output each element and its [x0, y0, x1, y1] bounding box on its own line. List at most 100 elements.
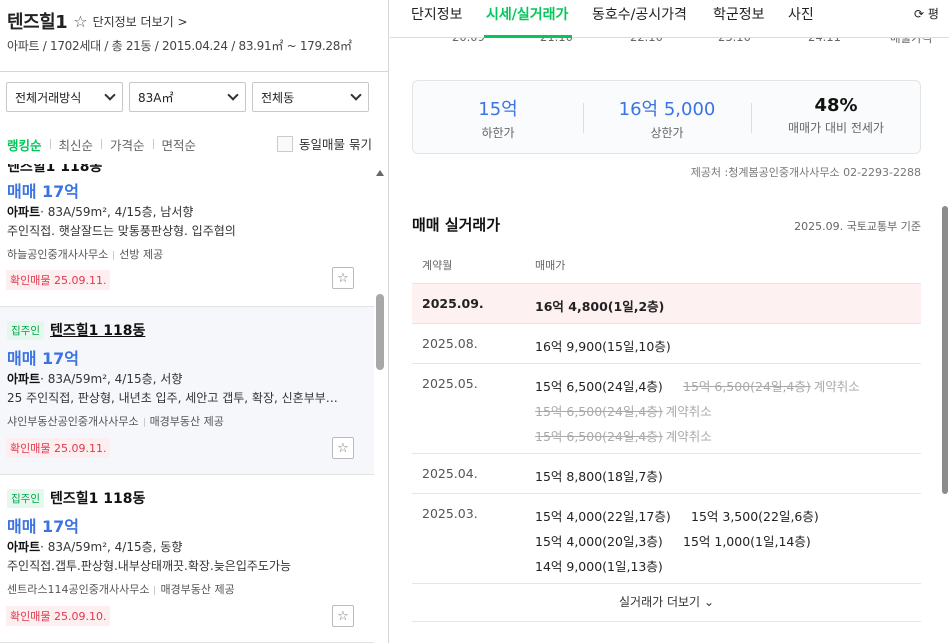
- scroll-thumb[interactable]: [942, 206, 948, 494]
- confirm-badge: 확인매물 25.09.11.: [6, 438, 111, 458]
- deal-row: 2025.05. 15억 6,500(24일,4층) 15억 6,500(24일…: [412, 363, 921, 453]
- sort-bar: 랭킹순 최신순 가격순 면적순 동일매물 묶기: [0, 128, 389, 160]
- tab-school[interactable]: 학군정보: [713, 4, 765, 24]
- listing-agency: 센트라스114공인중개사사무소 매경부동산 제공: [7, 581, 235, 597]
- listing-description: 주인직접. 햇살잘드는 맞통풍판상형. 입주협의: [7, 224, 236, 238]
- divider: [143, 417, 145, 427]
- area-select[interactable]: 83A㎡: [129, 82, 246, 112]
- divider: [152, 139, 154, 149]
- listing-head: 텐즈힐1 118동: [7, 164, 102, 176]
- chevron-down-icon: [227, 89, 239, 101]
- listing-agency: 하늘공인중개사사무소 선방 제공: [7, 246, 163, 262]
- high-price-value: 16억 5,000: [618, 99, 716, 120]
- divider: [0, 71, 389, 72]
- listing-list[interactable]: 텐즈힐1 118동 매매 17억 아파트· 83A/59m², 4/15층, 남…: [0, 164, 374, 643]
- owner-badge: 집주인: [7, 320, 44, 340]
- cancelled-price: 15억 6,500(24일,4층): [683, 379, 811, 394]
- scroll-thumb[interactable]: [376, 294, 384, 370]
- agency-provider: 매경부동산 제공: [149, 415, 224, 428]
- low-price: 15억 하한가: [413, 95, 583, 141]
- listing-detail: · 83A/59m², 4/15층, 남서향: [40, 205, 194, 219]
- agency-provider: 매경부동산 제공: [160, 583, 235, 596]
- cancelled-price: 15억 6,500(24일,4층): [535, 404, 663, 419]
- section-title: 매매 실거래가: [412, 216, 501, 234]
- complex-summary: 아파트 / 1702세대 / 총 21동 / 2015.04.24 / 83.9…: [7, 39, 352, 53]
- listing-item[interactable]: 집주인 텐즈힐1 118동 매매 17억 아파트· 83A/59m², 4/15…: [0, 307, 374, 475]
- deal-price: 16억 4,800(1일,2층): [535, 299, 665, 314]
- listing-building[interactable]: 텐즈힐1 118동: [50, 320, 145, 340]
- scroll-up-arrow-icon[interactable]: [376, 170, 384, 176]
- listing-spec: 아파트· 83A/59m², 4/15층, 남서향: [7, 203, 193, 220]
- building-value: 전체동: [261, 90, 295, 105]
- deal-price: 15억 3,500(22일,6층): [691, 509, 819, 524]
- listing-item[interactable]: 텐즈힐1 118동 매매 17억 아파트· 83A/59m², 4/15층, 남…: [0, 164, 374, 307]
- more-deals-button[interactable]: 실거래가 더보기 ⌄: [412, 593, 921, 610]
- deal-price: 14억 9,000(1일,13층): [535, 559, 663, 574]
- listing-agency: 샤인부동산공인중개사사무소 매경부동산 제공: [7, 413, 224, 429]
- tab-complex-info[interactable]: 단지정보: [411, 4, 463, 24]
- divider: [49, 139, 51, 149]
- deal-price: 15억 4,000(20일,3층): [535, 534, 663, 549]
- trade-type-value: 전체거래방식: [15, 90, 82, 105]
- listing-price: 매매 17억: [7, 349, 79, 368]
- sort-ranking[interactable]: 랭킹순: [7, 135, 42, 154]
- trade-type-select[interactable]: 전체거래방식: [6, 82, 123, 112]
- complex-info-link[interactable]: 단지정보 더보기 >: [93, 13, 188, 30]
- divider: [412, 621, 921, 622]
- same-listing-label: 동일매물 묶기: [299, 137, 372, 152]
- listing-spec: 아파트· 83A/59m², 4/15층, 서향: [7, 370, 182, 387]
- agency-name: 하늘공인중개사사무소: [7, 248, 109, 261]
- tab-price[interactable]: 시세/실거래가: [486, 4, 568, 24]
- tab-unit-price[interactable]: 동호수/공시가격: [592, 4, 687, 24]
- favorite-star-icon[interactable]: ☆: [332, 267, 354, 289]
- cancelled-price: 15억 6,500(24일,4층): [535, 429, 663, 444]
- listing-item[interactable]: 집주인 텐즈힐1 118동 매매 17억 아파트· 83A/59m², 4/15…: [0, 475, 374, 643]
- area-unit-toggle[interactable]: ⟳ 평: [914, 5, 939, 22]
- deal-month: 2025.03.: [422, 506, 478, 521]
- favorite-star-icon[interactable]: ☆: [332, 605, 354, 627]
- confirm-badge: 확인매물 25.09.10.: [6, 606, 111, 626]
- listing-head: 집주인 텐즈힐1 118동: [7, 488, 145, 508]
- listing-price: 매매 17억: [7, 182, 79, 201]
- more-deals-label: 실거래가 더보기: [619, 595, 701, 609]
- confirm-badge: 확인매물 25.09.11.: [6, 270, 111, 290]
- same-listing-checkbox[interactable]: 동일매물 묶기: [277, 134, 372, 153]
- filter-bar: 전체거래방식 83A㎡ 전체동: [6, 82, 369, 112]
- listing-spec: 아파트· 83A/59m², 4/15층, 동향: [7, 538, 182, 555]
- deal-price: 15억 6,500(24일,4층): [535, 379, 663, 394]
- sort-price[interactable]: 가격순: [110, 135, 145, 154]
- low-price-value: 15억: [478, 99, 518, 120]
- jeonse-ratio-value: 48%: [814, 95, 858, 116]
- owner-badge: 집주인: [7, 488, 44, 508]
- deal-month: 2025.09.: [422, 296, 484, 311]
- deal-row: 2025.04. 15억 8,800(18일,7층): [412, 453, 921, 493]
- detail-panel: 20.09 21.10 22.10 23.10 24.11 매물가격 단지정보 …: [390, 0, 949, 643]
- cancel-note: 계약취소: [665, 404, 712, 419]
- listing-type: 아파트: [7, 540, 41, 554]
- deal-price: 15억 1,000(1일,14층): [683, 534, 811, 549]
- sort-latest[interactable]: 최신순: [59, 135, 94, 154]
- low-price-label: 하한가: [481, 126, 515, 140]
- chevron-down-icon: ⌄: [703, 595, 714, 609]
- detail-scrollbar[interactable]: [941, 38, 949, 643]
- deal-month: 2025.05.: [422, 376, 478, 391]
- deal-row: 2025.09. 16억 4,800(1일,2층): [412, 283, 921, 323]
- sort-area[interactable]: 면적순: [162, 135, 197, 154]
- checkbox-icon: [277, 135, 294, 152]
- tab-photos[interactable]: 사진: [788, 4, 814, 24]
- listing-detail: · 83A/59m², 4/15층, 서향: [40, 372, 183, 386]
- listing-description: 25 주인직접, 판상형, 내년초 입주, 세안고 갭투, 확장, 신혼부부…: [7, 391, 338, 405]
- high-price: 16억 5,000 상한가: [583, 95, 751, 141]
- divider: [154, 585, 156, 595]
- price-summary-box: 15억 하한가 16억 5,000 상한가 48% 매매가 대비 전세가: [412, 80, 921, 154]
- building-select[interactable]: 전체동: [252, 82, 369, 112]
- agency-name: 센트라스114공인중개사사무소: [7, 583, 150, 596]
- deal-month: 2025.08.: [422, 336, 478, 351]
- listing-scrollbar[interactable]: [374, 164, 387, 643]
- listing-building[interactable]: 텐즈힐1 118동: [7, 164, 102, 176]
- star-icon[interactable]: ☆: [73, 12, 87, 31]
- favorite-star-icon[interactable]: ☆: [332, 437, 354, 459]
- listing-building[interactable]: 텐즈힐1 118동: [50, 488, 145, 508]
- listing-price: 매매 17억: [7, 517, 79, 536]
- listing-head: 집주인 텐즈힐1 118동: [7, 320, 145, 340]
